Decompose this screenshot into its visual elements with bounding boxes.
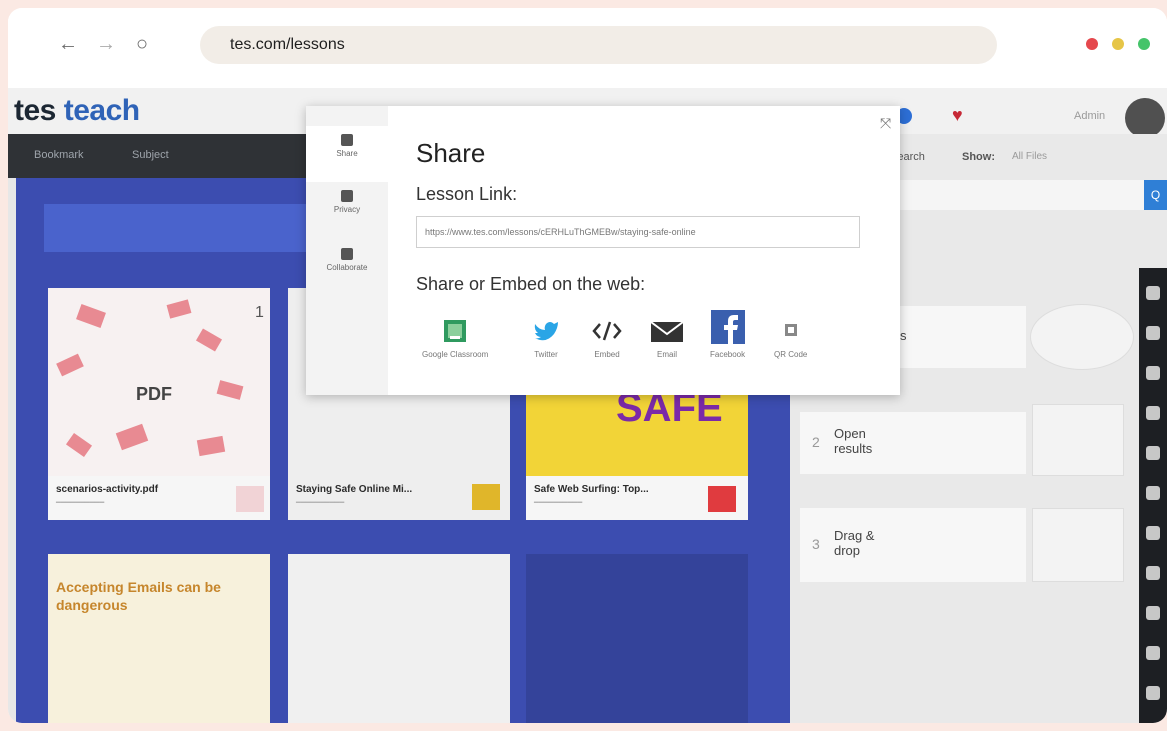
embed-button[interactable]: Embed	[592, 318, 622, 359]
search-button[interactable]: Q	[1144, 180, 1167, 210]
google-classroom-button[interactable]: Google Classroom	[422, 318, 488, 359]
tool-icon-3[interactable]	[1146, 366, 1160, 380]
card-subtitle: ━━━━━━━━━━	[56, 498, 105, 507]
tool-icon-6[interactable]	[1146, 486, 1160, 500]
toolbar-subject[interactable]: Subject	[132, 149, 169, 161]
tab-share-label: Share	[336, 149, 358, 158]
window-dot-yellow[interactable]	[1112, 38, 1124, 50]
window-dot-red[interactable]	[1086, 38, 1098, 50]
share-option-label: QR Code	[774, 350, 808, 359]
card-pattern	[56, 299, 244, 458]
twitter-button[interactable]: Twitter	[532, 318, 560, 359]
share-option-label: Twitter	[534, 350, 558, 359]
qr-code-button[interactable]: QR Code	[774, 318, 807, 359]
tool-icon-1[interactable]	[1146, 286, 1160, 300]
step-2[interactable]: 2 Open results	[800, 412, 1026, 474]
tab-privacy[interactable]: Privacy	[306, 190, 388, 214]
tab-share[interactable]: Share	[306, 126, 388, 182]
tab-collaborate[interactable]: Collaborate	[306, 248, 388, 272]
reload-button[interactable]: ○	[136, 32, 148, 56]
step-label: s	[900, 328, 907, 343]
embed-icon	[592, 321, 622, 341]
show-label: Show:	[962, 151, 995, 163]
browser-window: ← → ○ tes.com/lessons tes teach ♥ Admin …	[8, 8, 1167, 723]
logo-tes: tes	[14, 94, 56, 127]
google-classroom-icon	[444, 320, 467, 342]
tool-icon-4[interactable]	[1146, 406, 1160, 420]
pdf-tag-icon	[236, 486, 264, 512]
step-number: 2	[812, 434, 820, 450]
close-icon[interactable]: ⤧	[880, 116, 891, 130]
card-thumb: PDF 1	[48, 288, 270, 476]
qr-code-icon	[784, 324, 797, 336]
step-label: Open results	[834, 426, 873, 456]
card-empty[interactable]	[288, 554, 510, 723]
show-select[interactable]: All Files	[1012, 151, 1047, 162]
share-option-label: Email	[656, 350, 677, 359]
tab-collaborate-label: Collaborate	[326, 263, 368, 272]
video-tag-icon	[708, 486, 736, 512]
lock-icon	[341, 190, 353, 202]
search-input[interactable]	[894, 180, 1144, 210]
card-title: Safe Web Surfing: Top...	[534, 484, 649, 495]
lesson-link-label: Lesson Link:	[416, 184, 518, 204]
card-subtitle: ━━━━━━━━━━	[534, 498, 583, 507]
modal-title: Share	[416, 138, 486, 168]
tool-icon-10[interactable]	[1146, 646, 1160, 660]
tool-icon-2[interactable]	[1146, 326, 1160, 340]
tool-icon-9[interactable]	[1146, 606, 1160, 620]
card-pdf[interactable]: PDF 1 scenarios-activity.pdf ━━━━━━━━━━	[48, 288, 270, 520]
logo-teach: teach	[63, 94, 140, 127]
browser-chrome: ← → ○ tes.com/lessons	[8, 8, 1167, 88]
tab-privacy-label: Privacy	[333, 205, 361, 214]
embed-label: Share or Embed on the web:	[416, 274, 646, 294]
back-button[interactable]: ←	[58, 32, 78, 56]
facebook-button[interactable]: Facebook	[710, 310, 746, 359]
card-accepting-emails[interactable]: Accepting Emails can be dangerous	[48, 554, 270, 723]
email-icon	[650, 321, 684, 342]
card-subtitle: ━━━━━━━━━━	[296, 498, 345, 507]
tool-icon-11[interactable]	[1146, 686, 1160, 700]
heart-icon[interactable]: ♥	[952, 106, 963, 124]
modal-sidebar: Share Privacy Collaborate	[306, 106, 388, 395]
facebook-icon	[710, 310, 745, 344]
share-option-label: Google Classroom	[422, 350, 489, 359]
search-thumb-icon	[1030, 304, 1134, 370]
card-title: Staying Safe Online Mi...	[296, 484, 413, 495]
tool-icon-5[interactable]	[1146, 446, 1160, 460]
share-option-label: Facebook	[710, 350, 746, 359]
avatar[interactable]	[1125, 98, 1165, 138]
window-dot-green[interactable]	[1138, 38, 1150, 50]
address-text: tes.com/lessons	[230, 36, 345, 53]
pdf-badge: PDF	[136, 384, 172, 404]
admin-label[interactable]: Admin	[1074, 110, 1105, 122]
lesson-link-field[interactable]	[416, 216, 860, 248]
people-icon	[341, 248, 353, 260]
card-number: 1	[255, 304, 264, 321]
results-thumb	[1032, 404, 1124, 476]
forward-button[interactable]: →	[96, 32, 116, 56]
step-3[interactable]: 3 Drag & drop	[800, 508, 1026, 582]
share-modal: Share Privacy Collaborate Share Lesson L…	[306, 106, 900, 395]
step-label: Drag & drop	[834, 528, 875, 558]
email-button[interactable]: Email	[650, 318, 684, 359]
step-number: 3	[812, 536, 820, 552]
link-tag-icon	[472, 484, 500, 510]
card-title: Accepting Emails can be dangerous	[56, 579, 221, 613]
card-blank[interactable]	[526, 554, 748, 723]
drag-drop-thumb	[1032, 508, 1124, 582]
address-bar[interactable]: tes.com/lessons	[200, 26, 997, 64]
share-option-label: Embed	[594, 350, 620, 359]
share-icon	[341, 134, 353, 146]
twitter-icon	[534, 322, 558, 341]
tes-teach-logo[interactable]: tes teach	[14, 94, 140, 128]
tool-icon-7[interactable]	[1146, 526, 1160, 540]
card-title: scenarios-activity.pdf	[56, 484, 159, 495]
toolbar-bookmark[interactable]: Bookmark	[34, 149, 84, 161]
tool-icon-8[interactable]	[1146, 566, 1160, 580]
